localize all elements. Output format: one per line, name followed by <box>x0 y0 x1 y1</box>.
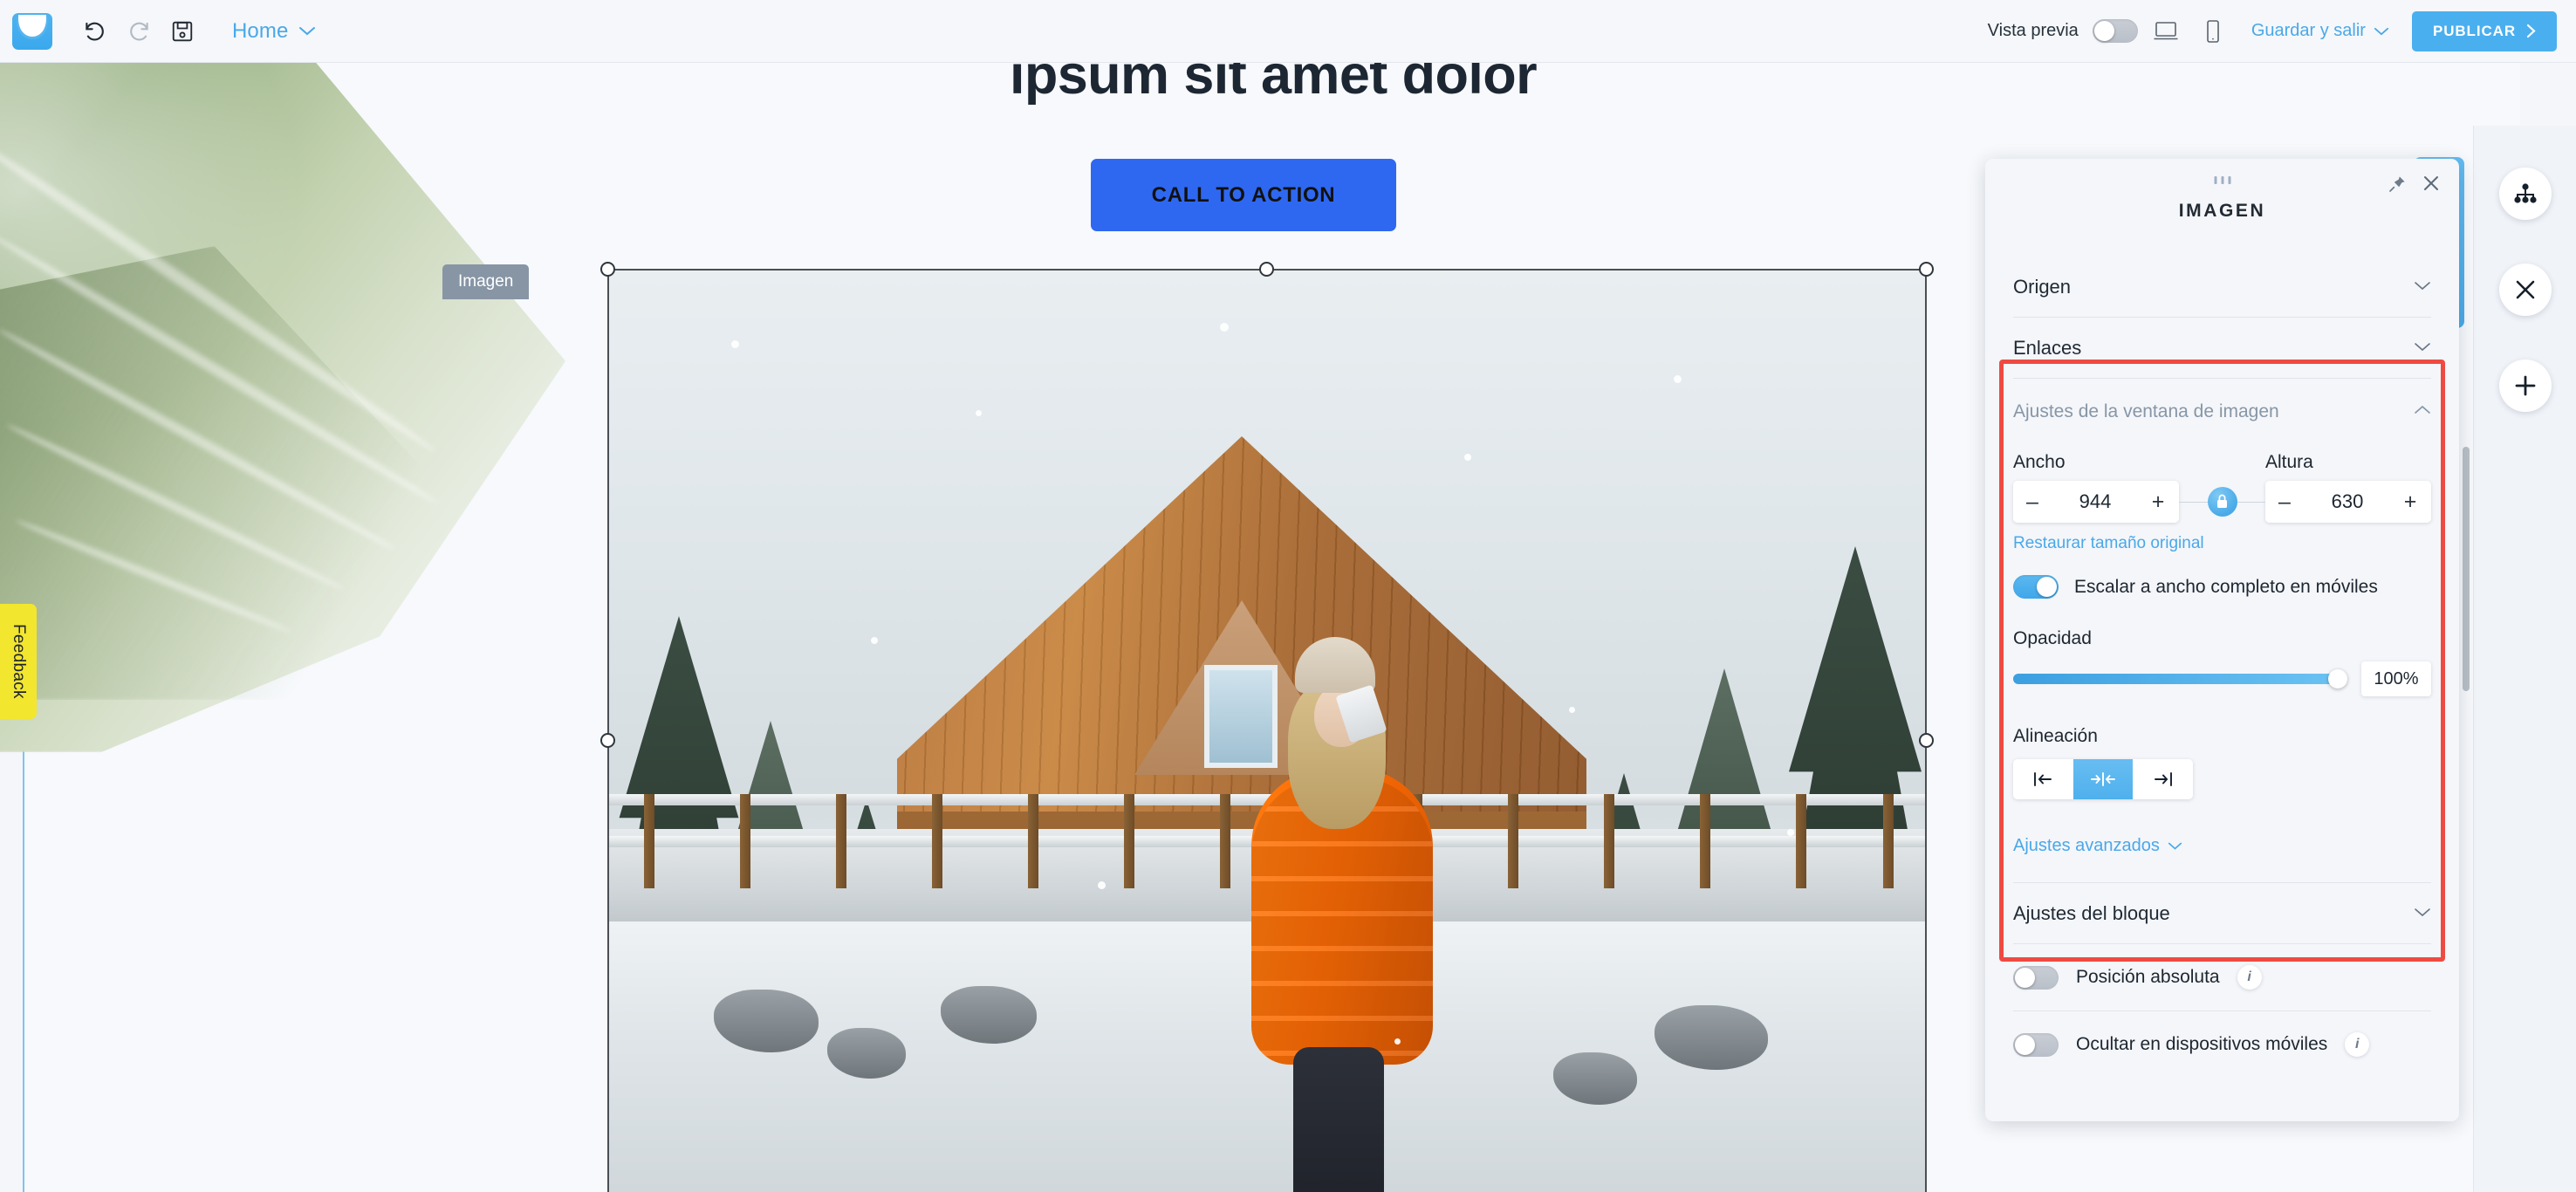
advanced-settings-label: Ajustes avanzados <box>2013 836 2160 855</box>
height-stepper: – + <box>2265 481 2431 523</box>
resize-handle-top-center[interactable] <box>1259 262 1274 277</box>
chevron-right-icon <box>2526 24 2536 38</box>
width-input[interactable] <box>2052 481 2139 523</box>
mobile-icon[interactable] <box>2194 12 2232 51</box>
height-increase-button[interactable]: + <box>2391 481 2429 523</box>
scale-full-width-label: Escalar a ancho completo en móviles <box>2074 576 2378 597</box>
section-enlaces-label: Enlaces <box>2013 337 2082 359</box>
size-controls-row: Ancho – + <box>2013 452 2431 523</box>
chevron-down-icon <box>2168 842 2182 850</box>
panel-title: IMAGEN <box>2178 201 2266 221</box>
opacity-value[interactable]: 100% <box>2361 661 2431 696</box>
alignment-label: Alineación <box>2013 726 2098 746</box>
opacity-row: 100% <box>2013 661 2431 696</box>
drag-dots-icon[interactable] <box>2214 176 2230 184</box>
chevron-down-icon <box>299 27 316 36</box>
desktop-icon[interactable] <box>2147 12 2185 51</box>
panel-scrollbar[interactable] <box>2463 447 2470 691</box>
height-decrease-button[interactable]: – <box>2265 481 2304 523</box>
chevron-down-icon <box>2374 27 2389 35</box>
panel-close-icon[interactable] <box>2421 173 2442 198</box>
right-rail <box>2473 126 2576 1192</box>
height-input[interactable] <box>2304 481 2391 523</box>
resize-handle-middle-left[interactable] <box>600 733 615 748</box>
absolute-position-label: Posición absoluta <box>2076 967 2220 987</box>
section-origen-label: Origen <box>2013 276 2072 298</box>
height-field: Altura – + <box>2265 452 2431 523</box>
section-ajustes-del-bloque[interactable]: Ajustes del bloque <box>2013 883 2431 944</box>
leaf-decoration-image <box>0 63 565 752</box>
image-window-settings-title: Ajustes de la ventana de imagen <box>2013 401 2279 421</box>
winter-cabin-photo <box>609 271 1925 1192</box>
chevron-down-icon <box>2414 340 2431 356</box>
hide-on-mobile-toggle[interactable] <box>2013 1032 2059 1057</box>
section-block-settings-label: Ajustes del bloque <box>2013 902 2170 924</box>
scale-full-width-toggle[interactable] <box>2013 575 2059 599</box>
panel-header: IMAGEN <box>1985 159 2459 257</box>
editor-stage: ipsum sit amet dolor CALL TO ACTION Imag… <box>0 63 2576 1192</box>
home-label: Home <box>232 18 289 43</box>
undo-icon[interactable] <box>75 11 115 51</box>
chevron-down-icon <box>2414 279 2431 295</box>
scale-full-width-row: Escalar a ancho completo en móviles <box>2013 575 2431 599</box>
pin-icon[interactable] <box>2388 175 2407 198</box>
selection-type-tag: Imagen <box>442 264 530 299</box>
sitemap-icon[interactable] <box>2499 168 2552 220</box>
alignment-button-group <box>2013 759 2193 799</box>
lock-closed-icon[interactable] <box>2207 486 2237 517</box>
toolbar-left-group: Home <box>0 11 316 51</box>
page-headline[interactable]: ipsum sit amet dolor <box>24 63 2522 106</box>
height-label: Altura <box>2265 452 2313 472</box>
preview-toggle[interactable] <box>2092 19 2138 43</box>
toolbar-right-group: Vista previa Guardar y salir PUBLICAR <box>1987 10 2576 51</box>
feedback-label: Feedback <box>10 624 28 699</box>
section-origen[interactable]: Origen <box>2013 257 2431 318</box>
person-graphic <box>1220 637 1447 1192</box>
image-window-settings-group: Ajustes de la ventana de imagen Ancho – … <box>1985 379 2459 882</box>
align-right-icon[interactable] <box>2133 759 2193 799</box>
plus-icon[interactable] <box>2499 360 2552 412</box>
chevron-up-icon <box>2414 404 2431 420</box>
opacity-label: Opacidad <box>2013 628 2092 648</box>
advanced-settings-link[interactable]: Ajustes avanzados <box>2013 836 2182 856</box>
save-and-exit-label: Guardar y salir <box>2251 21 2366 40</box>
width-field: Ancho – + <box>2013 452 2179 523</box>
resize-handle-top-right[interactable] <box>1919 262 1934 277</box>
preview-label: Vista previa <box>1987 21 2079 40</box>
restore-original-size-link[interactable]: Restaurar tamaño original <box>2013 534 2204 553</box>
absolute-position-toggle[interactable] <box>2013 965 2059 990</box>
save-and-exit-dropdown[interactable]: Guardar y salir <box>2251 21 2389 41</box>
resize-handle-middle-right[interactable] <box>1919 733 1934 748</box>
aspect-link-wrap <box>2179 486 2265 517</box>
chevron-down-icon <box>2414 906 2431 921</box>
redo-icon[interactable] <box>119 11 159 51</box>
width-stepper: – + <box>2013 481 2179 523</box>
align-center-icon[interactable] <box>2072 759 2134 799</box>
opacity-slider-thumb[interactable] <box>2328 669 2347 688</box>
floppy-save-icon[interactable] <box>162 11 202 51</box>
opacity-slider[interactable] <box>2013 669 2347 688</box>
envelope-logo[interactable] <box>12 12 52 50</box>
align-left-icon[interactable] <box>2013 759 2073 799</box>
section-enlaces[interactable]: Enlaces <box>2013 318 2431 379</box>
info-icon[interactable]: i <box>2237 965 2262 990</box>
hide-on-mobile-row: Ocultar en dispositivos móviles i <box>2013 1011 2431 1078</box>
close-x-icon[interactable] <box>2499 264 2552 316</box>
width-decrease-button[interactable]: – <box>2013 481 2052 523</box>
home-dropdown[interactable]: Home <box>232 19 316 44</box>
width-increase-button[interactable]: + <box>2139 481 2177 523</box>
width-label: Ancho <box>2013 452 2066 472</box>
resize-handle-top-left[interactable] <box>600 262 615 277</box>
top-toolbar: Home Vista previa Guardar y salir PUBLIC… <box>0 0 2576 63</box>
image-properties-panel: IMAGEN Origen Enlaces Ajustes de la vent… <box>1985 159 2459 1121</box>
selected-image-block[interactable] <box>607 269 1927 1192</box>
publish-button[interactable]: PUBLICAR <box>2411 10 2557 51</box>
feedback-tab[interactable]: Feedback <box>0 604 37 719</box>
hide-on-mobile-label: Ocultar en dispositivos móviles <box>2076 1034 2328 1054</box>
image-window-settings-header[interactable]: Ajustes de la ventana de imagen <box>2013 379 2431 428</box>
publish-label: PUBLICAR <box>2432 22 2516 39</box>
info-icon[interactable]: i <box>2345 1032 2370 1057</box>
call-to-action-button[interactable]: CALL TO ACTION <box>1091 159 1396 231</box>
absolute-position-row: Posición absoluta i <box>2013 944 2431 1011</box>
